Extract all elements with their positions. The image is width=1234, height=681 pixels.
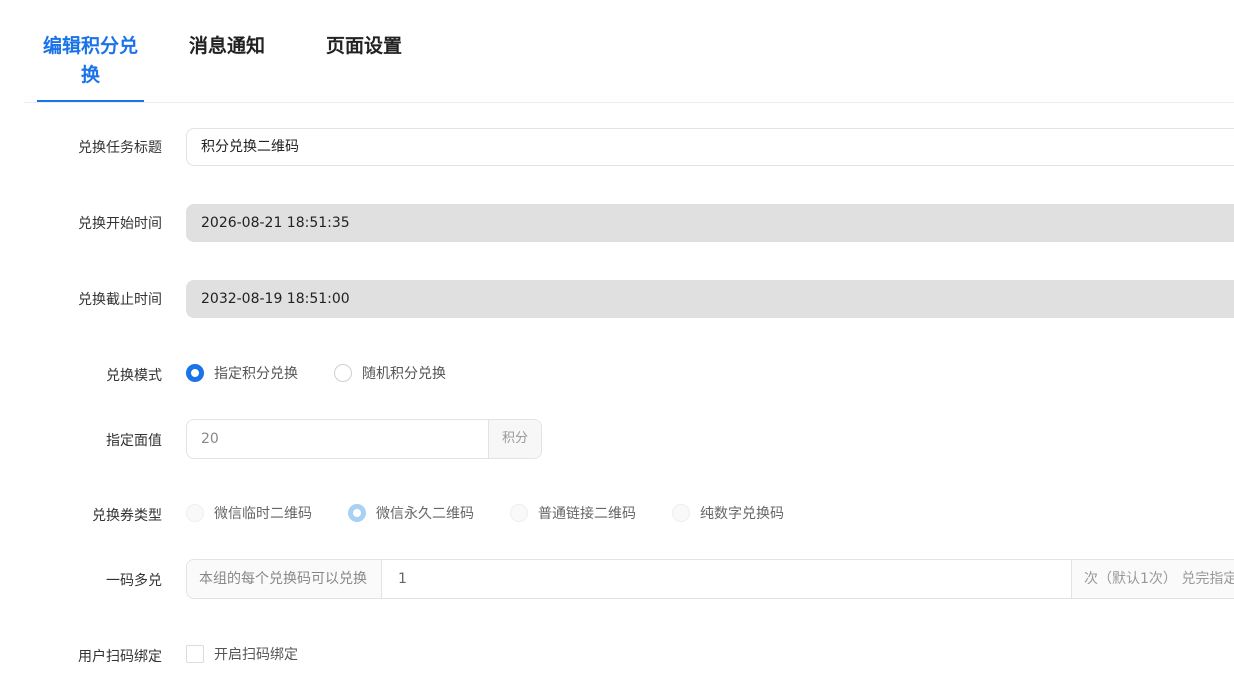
start-time-label: 兑换开始时间 [78,216,162,232]
multi-redeem-prefix: 本组的每个兑换码可以兑换 [187,560,382,598]
scan-bind-label: 用户扫码绑定 [78,649,162,665]
checkbox-unchecked-icon [186,645,204,663]
radio-unchecked-icon [186,504,204,522]
radio-label: 普通链接二维码 [538,506,636,522]
tab-message-notification[interactable]: 消息通知 [189,32,265,61]
radio-label: 指定积分兑换 [214,366,298,382]
radio-unchecked-icon [510,504,528,522]
start-time-input[interactable]: 2026-08-21 18:51:35 [186,204,1234,242]
multi-redeem-suffix: 次（默认1次） 兑完指定 [1072,560,1234,598]
tab-edit-points-exchange[interactable]: 编辑积分兑换 [37,32,144,90]
checkbox-label: 开启扫码绑定 [214,647,298,663]
voucher-radio-numeric-code[interactable]: 纯数字兑换码 [672,503,784,523]
radio-label: 微信永久二维码 [376,506,474,522]
tab-page-settings[interactable]: 页面设置 [326,32,402,61]
voucher-radio-wechat-temp[interactable]: 微信临时二维码 [186,503,312,523]
radio-checked-icon [348,504,366,522]
scan-bind-checkbox[interactable]: 开启扫码绑定 [186,644,298,664]
radio-unchecked-icon [672,504,690,522]
face-value-input-group: 20 积分 [186,419,542,459]
voucher-radio-link-qr[interactable]: 普通链接二维码 [510,503,636,523]
radio-label: 随机积分兑换 [362,366,446,382]
tab-bar: 编辑积分兑换 消息通知 页面设置 [0,0,1234,103]
radio-label: 微信临时二维码 [214,506,312,522]
mode-radio-specified[interactable]: 指定积分兑换 [186,363,298,383]
face-value-input[interactable]: 20 [187,420,488,458]
radio-unchecked-icon [334,364,352,382]
title-input[interactable]: 积分兑换二维码 [186,128,1234,166]
multi-redeem-input[interactable]: 1 [382,560,1072,598]
voucher-radio-wechat-permanent[interactable]: 微信永久二维码 [348,503,474,523]
end-time-label: 兑换截止时间 [78,292,162,308]
tab-divider [24,102,1234,103]
radio-checked-icon [186,364,204,382]
multi-redeem-label: 一码多兑 [106,573,162,589]
face-value-label: 指定面值 [106,433,162,449]
voucher-type-label: 兑换券类型 [92,508,162,524]
mode-radio-random[interactable]: 随机积分兑换 [334,363,446,383]
mode-label: 兑换模式 [106,368,162,384]
face-value-unit: 积分 [488,420,541,458]
multi-redeem-input-group: 本组的每个兑换码可以兑换 1 次（默认1次） 兑完指定 [186,559,1234,599]
radio-label: 纯数字兑换码 [700,506,784,522]
title-label: 兑换任务标题 [78,140,162,156]
end-time-input[interactable]: 2032-08-19 18:51:00 [186,280,1234,318]
